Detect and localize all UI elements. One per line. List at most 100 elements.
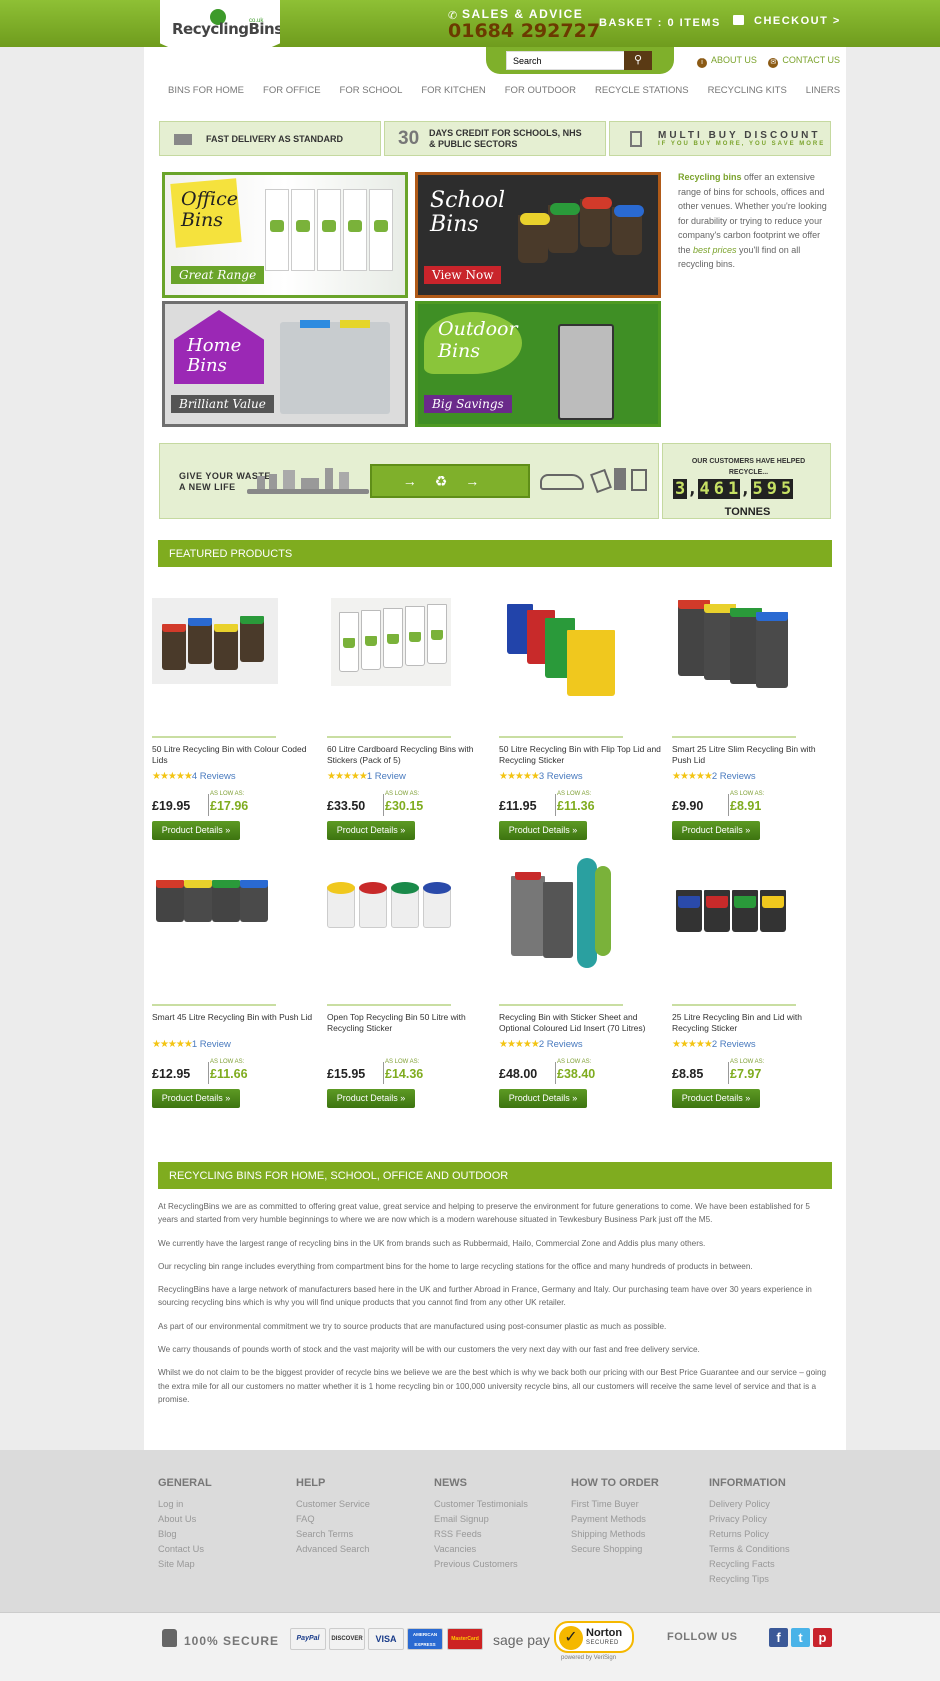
product-name[interactable]: 60 Litre Cardboard Recycling Bins with S… — [327, 744, 490, 766]
counter-digit: 9 — [764, 479, 779, 499]
product-name[interactable]: 50 Litre Recycling Bin with Flip Top Lid… — [499, 744, 662, 766]
product-image[interactable] — [152, 598, 278, 684]
sales-label: SALES & ADVICE — [462, 7, 584, 21]
star-icons: ★★★★★ — [152, 771, 193, 782]
rating-stars: ★★★★★2 Reviews — [499, 1039, 583, 1050]
footer-link[interactable]: Delivery Policy — [709, 1497, 790, 1512]
truck-icon — [174, 134, 192, 145]
checkout-link[interactable]: CHECKOUT > — [733, 15, 841, 27]
footer-link[interactable]: Recycling Tips — [709, 1572, 790, 1587]
product-details-button[interactable]: Product Details » — [327, 821, 415, 840]
as-low-as-label: AS LOW AS: — [385, 791, 420, 797]
product-details-button[interactable]: Product Details » — [499, 1089, 587, 1108]
footer-link[interactable]: Site Map — [158, 1557, 212, 1572]
product-image[interactable] — [327, 866, 490, 996]
product-image[interactable] — [672, 598, 835, 728]
reviews-link[interactable]: 2 Reviews — [712, 1039, 756, 1050]
norton-badge[interactable]: ✓ Norton SECURED — [554, 1621, 634, 1653]
footer-link[interactable]: Search Terms — [296, 1527, 370, 1542]
nav-school[interactable]: FOR SCHOOL — [340, 85, 403, 96]
footer-link[interactable]: Previous Customers — [434, 1557, 528, 1572]
counter-sep: , — [687, 479, 698, 499]
product-name[interactable]: Open Top Recycling Bin 50 Litre with Rec… — [327, 1012, 490, 1034]
product-image[interactable] — [152, 866, 315, 996]
product-name[interactable]: 25 Litre Recycling Bin and Lid with Recy… — [672, 1012, 835, 1034]
footer-link[interactable]: Customer Testimonials — [434, 1497, 528, 1512]
product-details-button[interactable]: Product Details » — [672, 821, 760, 840]
footer-link[interactable]: Vacancies — [434, 1542, 528, 1557]
product-name[interactable]: 50 Litre Recycling Bin with Colour Coded… — [152, 744, 315, 766]
footer-link[interactable]: Privacy Policy — [709, 1512, 790, 1527]
product-details-button[interactable]: Product Details » — [152, 1089, 240, 1108]
footer-link[interactable]: Advanced Search — [296, 1542, 370, 1557]
discover-icon: DISCOVER — [329, 1628, 365, 1650]
lock-icon — [162, 1629, 177, 1647]
product-image[interactable] — [672, 866, 835, 996]
reviews-link[interactable]: 2 Reviews — [539, 1039, 583, 1050]
product-name[interactable]: Smart 25 Litre Slim Recycling Bin with P… — [672, 744, 835, 766]
as-low-as-label: AS LOW AS: — [385, 1059, 420, 1065]
footer-link[interactable]: Shipping Methods — [571, 1527, 659, 1542]
footer-link[interactable]: Payment Methods — [571, 1512, 659, 1527]
nav-recycle-stations[interactable]: RECYCLE STATIONS — [595, 85, 689, 96]
reviews-link[interactable]: 1 Review — [367, 771, 406, 782]
product-image[interactable] — [499, 598, 662, 728]
product-name[interactable]: Smart 45 Litre Recycling Bin with Push L… — [152, 1012, 315, 1023]
search-input[interactable] — [506, 51, 628, 70]
reviews-link[interactable]: 3 Reviews — [539, 771, 583, 782]
nav-kitchen[interactable]: FOR KITCHEN — [421, 85, 485, 96]
product-details-button[interactable]: Product Details » — [499, 821, 587, 840]
product-details-button[interactable]: Product Details » — [152, 821, 240, 840]
footer-link[interactable]: Secure Shopping — [571, 1542, 659, 1557]
footer-link[interactable]: Recycling Facts — [709, 1557, 790, 1572]
footer-link[interactable]: Email Signup — [434, 1512, 528, 1527]
reviews-link[interactable]: 1 Review — [192, 1039, 231, 1050]
search-button[interactable]: ⚲ — [624, 51, 652, 70]
tile-school-heading: School Bins — [430, 188, 506, 237]
footer-link[interactable]: About Us — [158, 1512, 212, 1527]
footer-link[interactable]: Terms & Conditions — [709, 1542, 790, 1557]
footer-link[interactable]: RSS Feeds — [434, 1527, 528, 1542]
tile-home-bins[interactable]: Home Bins Brilliant Value — [162, 301, 408, 427]
footer-link[interactable]: Log in — [158, 1497, 212, 1512]
footer-link[interactable]: FAQ — [296, 1512, 370, 1527]
reviews-link[interactable]: 2 Reviews — [712, 771, 756, 782]
about-link[interactable]: i ABOUT US — [697, 55, 757, 68]
blurb-strong[interactable]: Recycling bins — [678, 172, 742, 182]
footer-link[interactable]: First Time Buyer — [571, 1497, 659, 1512]
sale-price: £11.36 — [557, 799, 595, 813]
footer-link[interactable]: Customer Service — [296, 1497, 370, 1512]
featured-products-header: FEATURED PRODUCTS — [158, 540, 832, 567]
nav-outdoor[interactable]: FOR OUTDOOR — [505, 85, 576, 96]
footer-link[interactable]: Blog — [158, 1527, 212, 1542]
blurb-best-prices[interactable]: best prices — [693, 245, 737, 255]
phone-number[interactable]: 01684 292727 — [448, 20, 600, 42]
nav-liners[interactable]: LINERS — [806, 85, 840, 96]
product-image[interactable] — [331, 598, 451, 686]
facebook-icon[interactable]: f — [769, 1628, 788, 1647]
mastercard-icon: MasterCard — [447, 1628, 483, 1650]
nav-office[interactable]: FOR OFFICE — [263, 85, 321, 96]
reviews-link[interactable]: 4 Reviews — [192, 771, 236, 782]
about-paragraph: We carry thousands of pounds worth of st… — [158, 1345, 700, 1355]
footer-link[interactable]: Returns Policy — [709, 1527, 790, 1542]
product-details-button[interactable]: Product Details » — [327, 1089, 415, 1108]
tile-office-bins[interactable]: Office Bins Great Range — [162, 172, 408, 298]
tile-outdoor-tag: Big Savings — [424, 395, 512, 413]
nav-home[interactable]: BINS FOR HOME — [168, 85, 244, 96]
as-low-as-label: AS LOW AS: — [730, 791, 765, 797]
product-name[interactable]: Recycling Bin with Sticker Sheet and Opt… — [499, 1012, 662, 1034]
tile-school-bins[interactable]: School Bins View Now — [415, 172, 661, 298]
footer-link[interactable]: Contact Us — [158, 1542, 212, 1557]
contact-link[interactable]: ✉ CONTACT US — [768, 55, 840, 68]
product-divider — [327, 1004, 451, 1006]
product-image[interactable] — [499, 856, 662, 976]
nav-recycling-kits[interactable]: RECYCLING KITS — [708, 85, 787, 96]
tile-outdoor-bins[interactable]: Outdoor Bins Big Savings — [415, 301, 661, 427]
pinterest-icon[interactable]: p — [813, 1628, 832, 1647]
basket-link[interactable]: BASKET : 0 ITEMS — [599, 17, 721, 29]
twitter-icon[interactable]: t — [791, 1628, 810, 1647]
office-bins-image — [265, 189, 395, 275]
product-details-button[interactable]: Product Details » — [672, 1089, 760, 1108]
rating-stars: ★★★★★1 Review — [152, 1039, 231, 1050]
